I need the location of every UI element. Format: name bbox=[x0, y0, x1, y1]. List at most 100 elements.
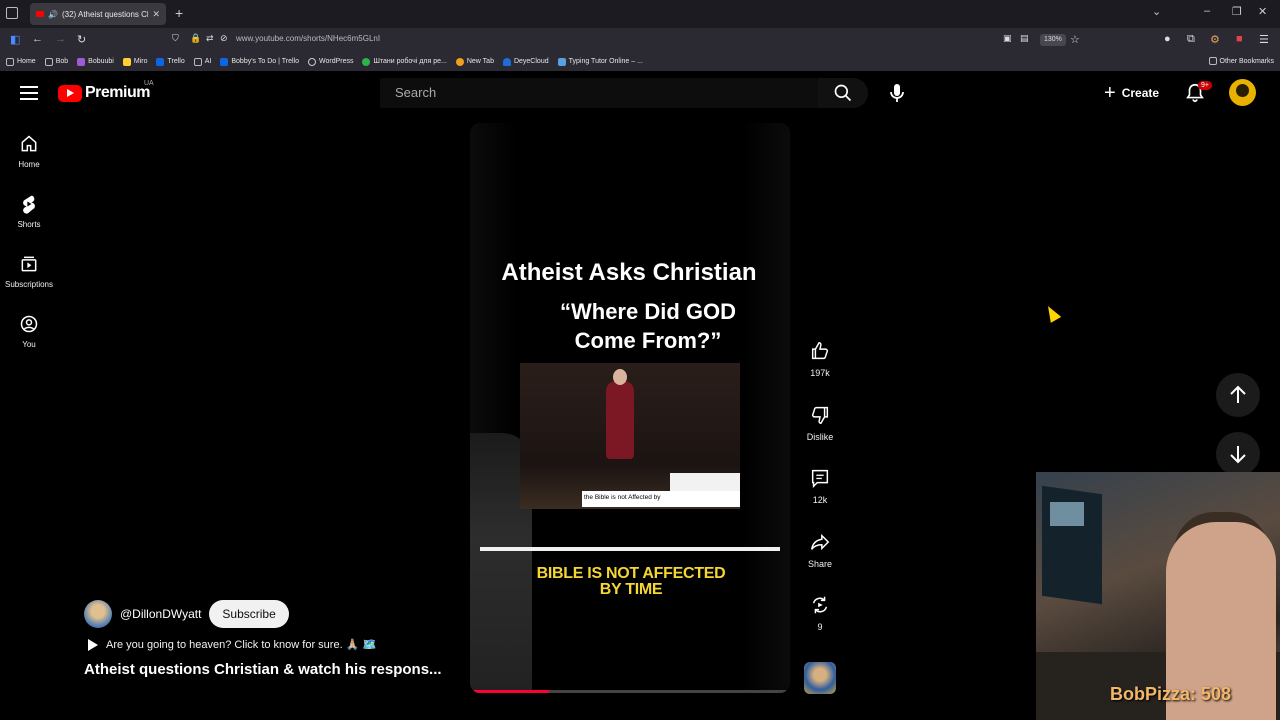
sidebar-item-you[interactable]: You bbox=[0, 314, 58, 349]
cloud-icon bbox=[502, 57, 511, 66]
bookmark-item[interactable]: Bobuubi bbox=[77, 57, 114, 66]
arrow-up-icon bbox=[1230, 385, 1246, 403]
trello-icon bbox=[220, 57, 229, 66]
play-icon bbox=[88, 638, 98, 651]
notification-badge: 9+ bbox=[1198, 81, 1212, 90]
back-button[interactable]: ← bbox=[32, 33, 43, 45]
create-button[interactable]: + Create bbox=[1094, 78, 1170, 108]
bookmark-item[interactable]: WordPress bbox=[307, 57, 353, 66]
menu-icon[interactable]: ☰ bbox=[1259, 33, 1269, 46]
sidebar-item-shorts[interactable]: Shorts bbox=[0, 194, 58, 229]
video-headline-line1: Atheist Asks Christian bbox=[501, 259, 757, 286]
extension-icon[interactable]: ⚙ bbox=[1210, 33, 1220, 46]
bookmark-star-icon[interactable]: ☆ bbox=[1070, 33, 1080, 46]
account-icon[interactable]: ● bbox=[1164, 33, 1171, 45]
promo-link[interactable]: Are you going to heaven? Click to know f… bbox=[88, 638, 376, 651]
youtube-premium-logo[interactable]: Premium UA bbox=[58, 80, 154, 102]
bookmark-item[interactable]: Trello bbox=[156, 57, 185, 66]
next-video-button[interactable] bbox=[1216, 432, 1260, 476]
stream-counter-label: BobPizza: 508 bbox=[1110, 684, 1232, 704]
progress-fill bbox=[474, 690, 549, 693]
new-tab-button[interactable]: + bbox=[175, 5, 183, 21]
sound-source-avatar[interactable] bbox=[804, 662, 836, 694]
other-bookmarks[interactable]: Other Bookmarks bbox=[1208, 57, 1274, 65]
sidebar-toggle-icon[interactable]: ◧ bbox=[10, 33, 20, 46]
divider bbox=[480, 547, 780, 551]
subscribe-button[interactable]: Subscribe bbox=[209, 600, 289, 628]
bookmark-favicon-icon bbox=[362, 57, 371, 66]
channel-name[interactable]: @DillonDWyatt bbox=[120, 607, 201, 621]
share-arrow-icon bbox=[811, 533, 830, 551]
channel-row: @DillonDWyatt Subscribe bbox=[84, 600, 289, 628]
autoplay-blocked-icon[interactable]: ⊘ bbox=[220, 33, 228, 44]
bookmarks-bar: Home Bob Bobuubi Miro Trello AI Bobby's … bbox=[0, 52, 1280, 71]
shorts-video-player[interactable]: Atheist Asks Christian “Where Did GOD Co… bbox=[470, 123, 790, 693]
search-button[interactable] bbox=[818, 78, 868, 108]
shield-icon[interactable]: ⛉ bbox=[172, 33, 179, 44]
browser-tab-active[interactable]: 🔊 (32) Atheist questions Chri ✕ bbox=[30, 3, 166, 25]
close-window-button[interactable]: ✕ bbox=[1258, 5, 1267, 18]
youtube-play-icon bbox=[58, 84, 82, 102]
close-tab-icon[interactable]: ✕ bbox=[152, 9, 160, 20]
extensions-icon[interactable]: ⧉ bbox=[1187, 33, 1195, 46]
trello-icon bbox=[156, 57, 165, 66]
comments-button[interactable]: 12k bbox=[796, 467, 844, 505]
permissions-icon[interactable]: ⇄ bbox=[206, 33, 214, 44]
globe-icon bbox=[307, 57, 316, 66]
progress-bar[interactable] bbox=[474, 690, 786, 693]
bookmark-item[interactable]: Штани робочі для ре... bbox=[362, 57, 447, 66]
minimize-button[interactable]: – bbox=[1204, 5, 1210, 17]
dislike-button[interactable]: Dislike bbox=[796, 404, 844, 442]
bookmark-item[interactable]: Typing Tutor Online – ... bbox=[557, 57, 643, 66]
extension-badge-icon[interactable]: ■ bbox=[1236, 33, 1243, 45]
remix-count: 9 bbox=[817, 622, 823, 632]
folder-icon bbox=[193, 57, 202, 66]
bookmark-item[interactable]: DeyeCloud bbox=[502, 57, 549, 66]
speaker-icon[interactable]: 🔊 bbox=[48, 10, 58, 19]
channel-avatar[interactable] bbox=[84, 600, 112, 628]
bookmark-item[interactable]: Bobby's To Do | Trello bbox=[220, 57, 299, 66]
reload-button[interactable]: ↻ bbox=[77, 33, 86, 46]
bookmark-item[interactable]: New Tab bbox=[455, 57, 494, 66]
subscriptions-icon bbox=[21, 256, 37, 272]
voice-search-button[interactable] bbox=[882, 78, 912, 108]
you-icon bbox=[20, 315, 38, 333]
sidebar-item-home[interactable]: Home bbox=[0, 134, 58, 169]
tab-overview-icon[interactable] bbox=[6, 7, 18, 19]
microphone-icon bbox=[890, 84, 904, 102]
miro-icon bbox=[122, 57, 131, 66]
country-code: UA bbox=[144, 80, 154, 87]
comment-icon bbox=[811, 469, 829, 489]
guide-menu-icon[interactable] bbox=[20, 86, 38, 100]
bookmark-favicon-icon bbox=[77, 57, 86, 66]
forward-button[interactable]: → bbox=[55, 33, 66, 45]
zoom-level[interactable]: 130% bbox=[1040, 34, 1066, 46]
share-button[interactable]: Share bbox=[796, 531, 844, 569]
youtube-header: Premium UA Search + Create 9+ bbox=[0, 71, 1280, 116]
like-count: 197k bbox=[810, 368, 830, 378]
bookmark-item[interactable]: Miro bbox=[122, 57, 147, 66]
picture-in-picture-icon[interactable]: ▣ bbox=[1003, 33, 1012, 44]
bookmark-item[interactable]: Home bbox=[6, 57, 36, 66]
like-button[interactable]: 197k bbox=[796, 340, 844, 378]
remix-button[interactable]: 9 bbox=[796, 594, 844, 632]
search-input[interactable]: Search bbox=[380, 78, 818, 108]
tab-list-chevron-icon[interactable]: ⌄ bbox=[1152, 5, 1161, 18]
youtube-favicon-icon bbox=[36, 11, 44, 17]
sidebar-item-subscriptions[interactable]: Subscriptions bbox=[0, 254, 58, 289]
tab-title: (32) Atheist questions Chri bbox=[61, 9, 149, 19]
browser-tab-bar: 🔊 (32) Atheist questions Chri ✕ + ⌄ – ❐ … bbox=[0, 0, 1280, 28]
bookmark-item[interactable]: Bob bbox=[44, 57, 68, 66]
reader-view-icon[interactable]: ▤ bbox=[1020, 33, 1029, 44]
folder-icon bbox=[44, 57, 53, 66]
bookmark-favicon-icon bbox=[557, 57, 566, 66]
bookmark-item[interactable]: AI bbox=[193, 57, 211, 66]
maximize-button[interactable]: ❐ bbox=[1232, 5, 1242, 18]
previous-video-button[interactable] bbox=[1216, 373, 1260, 417]
lock-icon[interactable]: 🔒 bbox=[190, 33, 201, 44]
browser-nav-bar: ◧ ← → ↻ ⛉ 🔒 ⇄ ⊘ www.youtube.com/shorts/N… bbox=[0, 28, 1280, 52]
url-bar[interactable]: www.youtube.com/shorts/NHec6m5GLnI bbox=[236, 34, 380, 43]
account-avatar[interactable] bbox=[1229, 79, 1256, 106]
folder-icon bbox=[1208, 57, 1217, 65]
video-title[interactable]: Atheist questions Christian & watch his … bbox=[84, 661, 442, 678]
